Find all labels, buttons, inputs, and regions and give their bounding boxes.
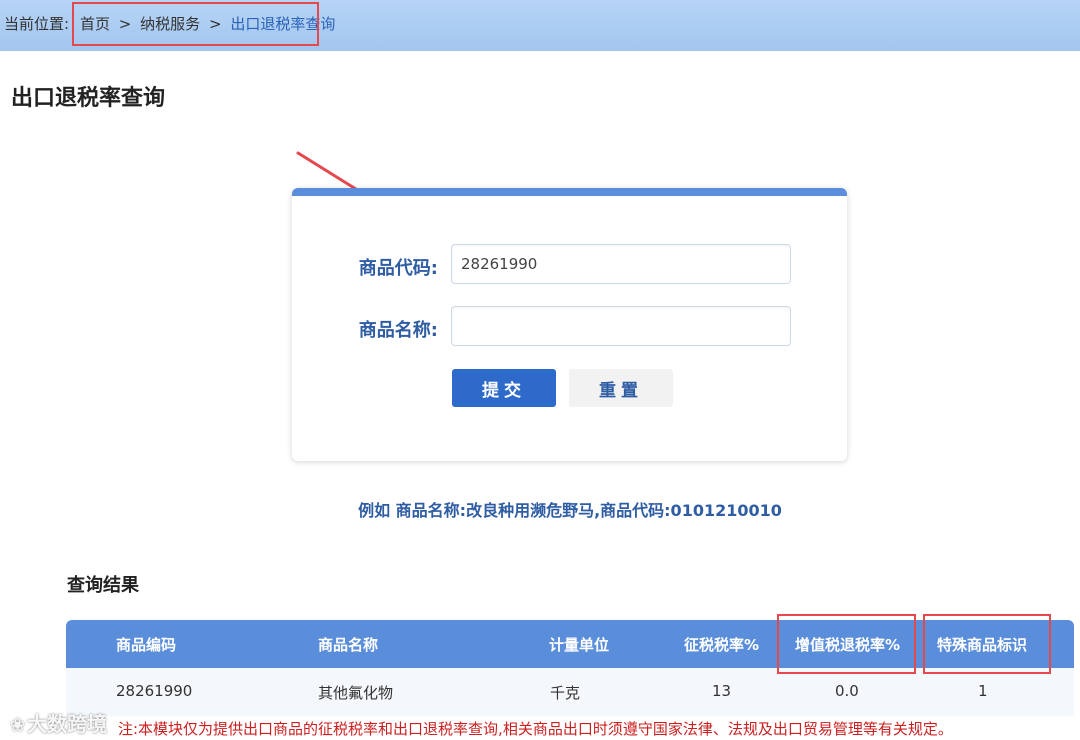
- reset-button[interactable]: 重置: [569, 369, 673, 407]
- column-header-code: 商品编码: [116, 636, 177, 654]
- watermark: ❀ 大数跨境: [10, 708, 107, 737]
- disclaimer-note: 注:本模块仅为提供出口商品的征税税率和出口退税率查询,相关商品出口时须遵守国家法…: [118, 720, 953, 738]
- watermark-text: 大数跨境: [27, 712, 108, 736]
- column-header-vat-refund-rate: 增值税退税率%: [795, 636, 901, 654]
- cell-special-flag: 1: [978, 682, 988, 700]
- cell-code: 28261990: [116, 682, 193, 700]
- product-name-input[interactable]: [451, 306, 791, 346]
- results-title: 查询结果: [67, 575, 139, 596]
- breadcrumb-highlight-box: [72, 2, 319, 46]
- product-name-label: 商品名称:: [358, 320, 438, 341]
- cell-name: 其他氟化物: [318, 684, 394, 702]
- column-header-tax-rate: 征税税率%: [684, 636, 760, 654]
- watermark-logo-icon: ❀: [10, 715, 26, 736]
- cell-vat-refund-rate: 0.0: [835, 682, 859, 700]
- breadcrumb-prefix: 当前位置:: [4, 15, 70, 33]
- table-row: 28261990 其他氟化物 千克 13 0.0 1: [66, 668, 1074, 716]
- submit-button[interactable]: 提交: [452, 369, 556, 407]
- top-bar: 当前位置: 首页 > 纳税服务 > 出口退税率查询: [0, 0, 1080, 51]
- page-title: 出口退税率查询: [11, 86, 166, 111]
- query-form: 商品代码: 商品名称: 提交 重置: [292, 188, 847, 461]
- cell-unit: 千克: [550, 684, 581, 702]
- product-code-input[interactable]: [451, 244, 791, 284]
- column-header-unit: 计量单位: [549, 636, 610, 654]
- example-hint: 例如 商品名称:改良种用濒危野马,商品代码:0101210010: [358, 501, 782, 520]
- column-header-name: 商品名称: [318, 636, 379, 654]
- column-header-special-flag: 特殊商品标识: [937, 636, 1028, 654]
- cell-tax-rate: 13: [712, 682, 732, 700]
- table-header: 商品编码 商品名称 计量单位 征税税率% 增值税退税率% 特殊商品标识: [66, 620, 1074, 668]
- product-code-label: 商品代码:: [358, 258, 438, 279]
